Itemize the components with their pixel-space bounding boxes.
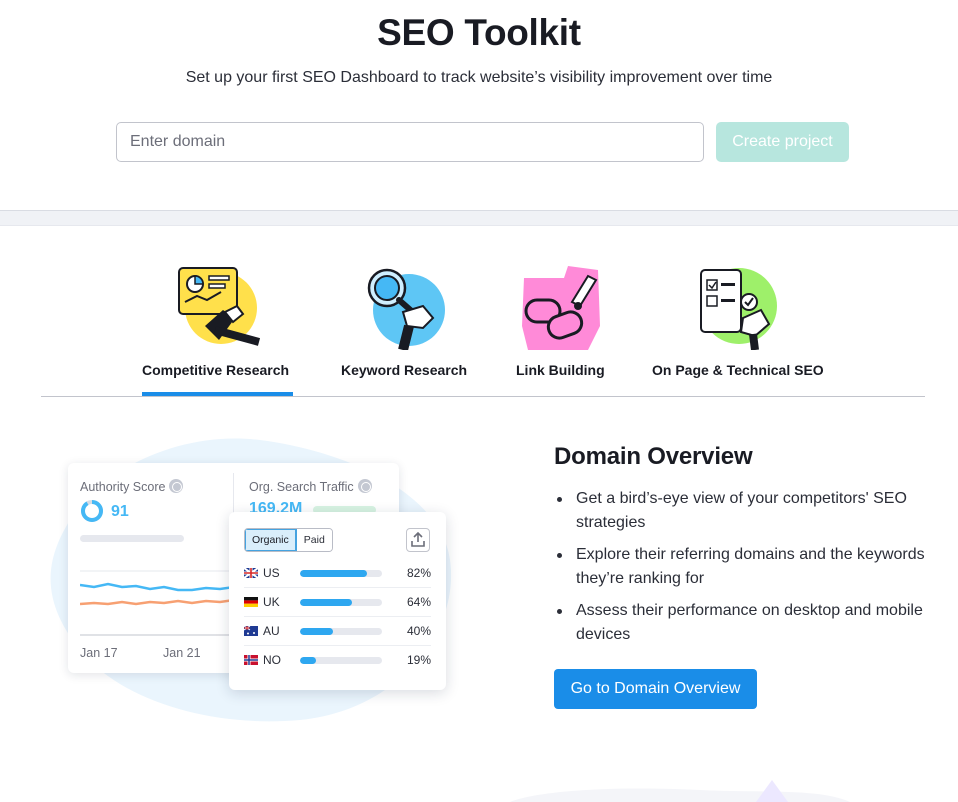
date-label: Jan 17 [80, 646, 118, 660]
country-code: UK [263, 595, 280, 609]
keyword-research-illustration [367, 268, 445, 350]
share-bar [300, 599, 382, 606]
share-percent: 64% [406, 595, 431, 609]
share-bar-fill [300, 657, 316, 664]
competitive-research-illustration [178, 267, 261, 346]
uk-flag-icon [244, 568, 258, 578]
page-title: SEO Toolkit [377, 12, 581, 53]
traffic-type-toggle: Organic Paid [244, 528, 333, 552]
tab-on-page-technical-seo[interactable]: On Page & Technical SEO [652, 226, 824, 397]
germany-flag-icon [244, 597, 258, 607]
traffic-label: Org. Search Traffic [249, 479, 372, 494]
authority-score-label: Authority Score [80, 479, 184, 494]
create-project-button[interactable]: Create project [716, 122, 849, 162]
globe-icon [169, 479, 184, 493]
hero-section: SEO Toolkit Set up your first SEO Dashbo… [0, 0, 958, 210]
country-row: UK 64% [244, 588, 431, 617]
share-bar-fill [300, 570, 368, 577]
tool-tabs: Competitive Research Keyword Research Li… [41, 226, 925, 397]
share-bar-fill [300, 628, 333, 635]
tab-label: Competitive Research [142, 362, 290, 378]
country-code: NO [263, 653, 281, 667]
feature-bullet: Get a bird’s-eye view of your competitor… [554, 487, 934, 535]
share-bar [300, 628, 382, 635]
tab-keyword-research[interactable]: Keyword Research [341, 226, 469, 397]
tab-label: Keyword Research [341, 362, 468, 378]
next-section-preview [510, 780, 850, 802]
authority-score-text: Authority Score [80, 480, 166, 494]
share-percent: 19% [406, 653, 431, 667]
tab-label: On Page & Technical SEO [652, 362, 824, 378]
share-percent: 40% [406, 624, 431, 638]
feature-bullet: Explore their referring domains and the … [554, 543, 934, 591]
tab-label: Link Building [516, 362, 605, 378]
share-percent: 82% [406, 566, 431, 580]
section-divider [0, 210, 958, 226]
australia-flag-icon [244, 626, 258, 636]
domain-input[interactable] [116, 122, 704, 162]
authority-score-value: 91 [111, 503, 129, 520]
feature-bullets: Get a bird’s-eye view of your competitor… [554, 487, 934, 647]
on-page-seo-illustration [700, 268, 777, 350]
country-distribution-card: Organic Paid US 82% UK 64% AU 40% NO 19% [229, 512, 446, 690]
share-bar [300, 657, 382, 664]
country-row: NO 19% [244, 646, 431, 675]
feature-bullet: Assess their performance on desktop and … [554, 599, 934, 647]
active-tab-indicator [142, 392, 293, 396]
divider [233, 473, 234, 513]
tab-link-building[interactable]: Link Building [516, 226, 606, 397]
date-label: Jan 21 [163, 646, 201, 660]
export-button[interactable] [406, 528, 430, 552]
share-bar-fill [300, 599, 353, 606]
tab-competitive-research[interactable]: Competitive Research [142, 226, 293, 397]
country-code: US [263, 566, 280, 580]
feature-title: Domain Overview [554, 443, 753, 470]
norway-flag-icon [244, 655, 258, 665]
link-building-illustration [522, 266, 600, 350]
feature-description: Domain Overview Get a bird’s-eye view of… [554, 443, 934, 655]
country-code: AU [263, 624, 280, 638]
go-to-domain-overview-button[interactable]: Go to Domain Overview [554, 669, 757, 709]
authority-score-ring [81, 500, 103, 522]
country-row: US 82% [244, 559, 431, 588]
page-subtitle: Set up your first SEO Dashboard to track… [185, 69, 773, 86]
organic-toggle[interactable]: Organic [245, 529, 297, 551]
placeholder-bar [80, 535, 184, 542]
country-row: AU 40% [244, 617, 431, 646]
globe-icon [357, 479, 372, 493]
share-bar [300, 570, 382, 577]
export-icon [411, 531, 425, 547]
traffic-text: Org. Search Traffic [249, 480, 354, 494]
paid-toggle[interactable]: Paid [296, 529, 332, 551]
